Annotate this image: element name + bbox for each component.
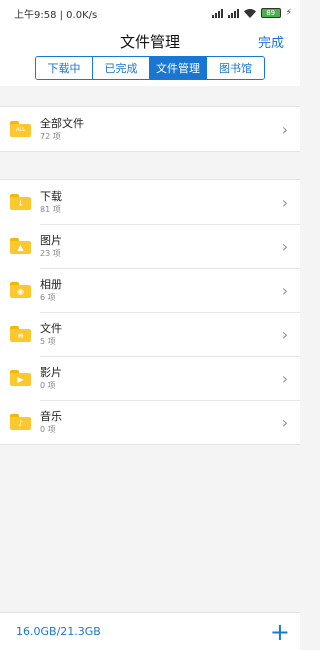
chevron-right-icon: › (281, 192, 289, 212)
list-item-music[interactable]: ♪ 音乐 0 项 › (0, 400, 300, 444)
battery-icon: 89 (260, 8, 281, 18)
item-count: 0 项 (40, 424, 56, 434)
header: 文件管理 完成 (0, 26, 300, 56)
status-icons: 89 ⚡ (211, 8, 292, 18)
charging-icon: ⚡ (285, 8, 292, 18)
image-folder-icon: ▲ (10, 238, 31, 254)
all-folder-icon: ALL (10, 121, 31, 137)
item-count: 5 项 (40, 336, 56, 346)
list-item-all-files[interactable]: ALL 全部文件 72 项 › (0, 107, 300, 151)
wifi-icon (243, 8, 256, 18)
tab-downloading[interactable]: 下载中 (36, 57, 93, 79)
download-folder-icon: ↓ (10, 194, 31, 210)
list-item-documents[interactable]: ≡ 文件 5 项 › (0, 312, 300, 356)
item-count: 72 项 (40, 131, 61, 141)
storage-usage: 16.0GB/21.3GB (16, 625, 101, 638)
list-item-images[interactable]: ▲ 图片 23 项 › (0, 224, 300, 268)
signal-2-icon (227, 8, 239, 18)
item-count: 23 项 (40, 248, 61, 258)
chevron-right-icon: › (281, 119, 289, 139)
list-item-videos[interactable]: ▶ 影片 0 项 › (0, 356, 300, 400)
item-name: 图片 (40, 233, 62, 247)
item-name: 下载 (40, 189, 62, 203)
item-count: 6 项 (40, 292, 56, 302)
item-name: 影片 (40, 365, 62, 379)
item-name: 全部文件 (40, 116, 84, 130)
chevron-right-icon: › (281, 324, 289, 344)
tab-file-manager[interactable]: 文件管理 (150, 57, 207, 79)
document-folder-icon: ≡ (10, 326, 31, 342)
item-name: 音乐 (40, 409, 62, 423)
list-item-album[interactable]: ◉ 相册 6 项 › (0, 268, 300, 312)
segmented-tabs: 下载中 已完成 文件管理 图书馆 (35, 56, 265, 80)
all-files-group: ALL 全部文件 72 项 › (0, 106, 300, 152)
video-folder-icon: ▶ (10, 370, 31, 386)
album-folder-icon: ◉ (10, 282, 31, 298)
page-title: 文件管理 (119, 32, 180, 51)
tab-library[interactable]: 图书馆 (207, 57, 264, 79)
status-bar: 上午9:58 | 0.0K/s 89 ⚡ (0, 0, 300, 26)
footer-bar: 16.0GB/21.3GB + (0, 612, 300, 650)
list-item-download[interactable]: ↓ 下载 81 项 › (0, 180, 300, 224)
item-name: 相册 (40, 277, 62, 291)
tab-completed[interactable]: 已完成 (93, 57, 150, 79)
folders-group: ↓ 下载 81 项 › ▲ 图片 23 项 › ◉ 相册 6 项 › ≡ 文件 … (0, 179, 300, 445)
signal-icon (211, 8, 223, 18)
add-button[interactable]: + (270, 620, 290, 644)
chevron-right-icon: › (281, 280, 289, 300)
item-name: 文件 (40, 321, 62, 335)
item-count: 81 项 (40, 204, 61, 214)
item-count: 0 项 (40, 380, 56, 390)
done-button[interactable]: 完成 (258, 32, 284, 51)
music-folder-icon: ♪ (10, 414, 31, 430)
chevron-right-icon: › (281, 236, 289, 256)
chevron-right-icon: › (281, 368, 289, 388)
tab-bar: 下载中 已完成 文件管理 图书馆 (0, 56, 300, 86)
chevron-right-icon: › (281, 412, 289, 432)
status-time-speed: 上午9:58 | 0.0K/s (14, 9, 98, 21)
